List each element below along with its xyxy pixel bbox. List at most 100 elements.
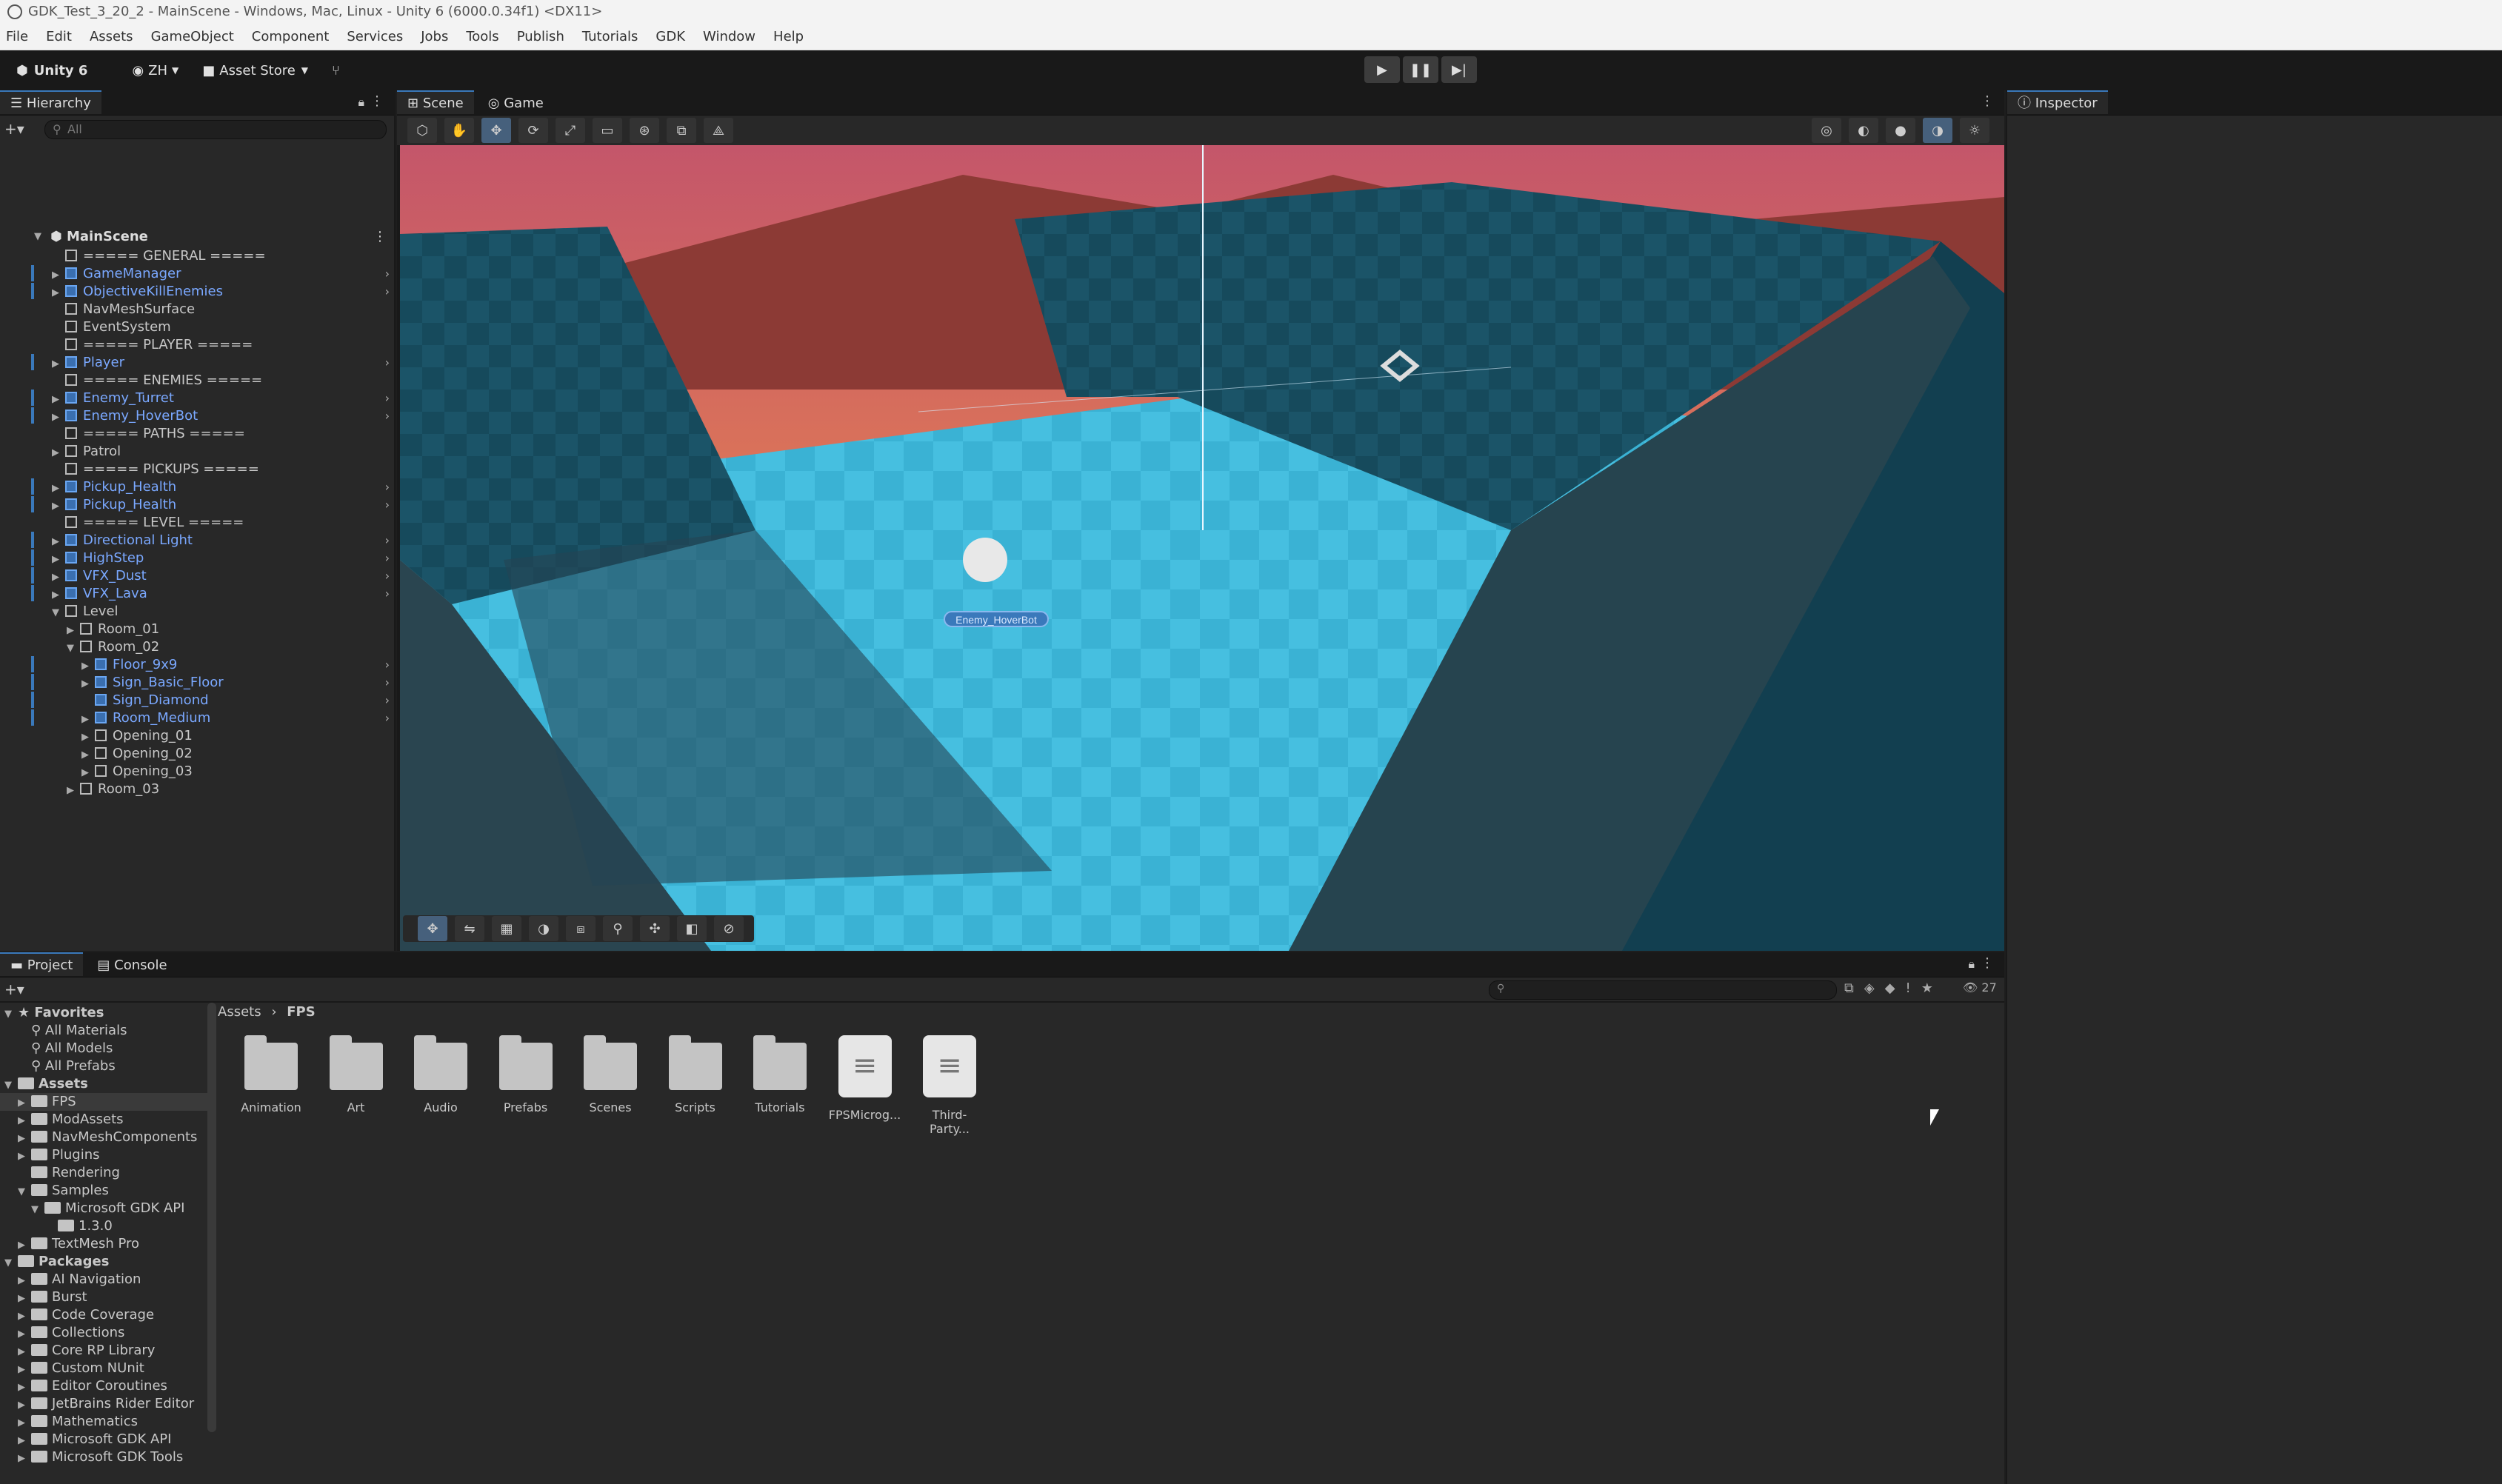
- chevron-right-icon[interactable]: ▶: [18, 1290, 31, 1308]
- hierarchy-item[interactable]: ▶VFX_Dust›: [0, 567, 396, 585]
- search-icon[interactable]: ⚲: [603, 916, 633, 941]
- breadcrumb-assets[interactable]: Assets: [218, 1004, 261, 1020]
- menu-component[interactable]: Component: [252, 29, 330, 44]
- hierarchy-item[interactable]: ▶Room_03: [0, 781, 396, 798]
- scale-icon[interactable]: ⤢: [556, 118, 585, 143]
- snap-icon[interactable]: ⇋: [455, 916, 484, 941]
- chevron-right-icon[interactable]: ▶: [52, 409, 65, 427]
- hierarchy-item[interactable]: EventSystem: [0, 318, 396, 336]
- hierarchy-item[interactable]: ▶Pickup_Health›: [0, 496, 396, 514]
- hierarchy-item[interactable]: ▶GameManager›: [0, 265, 396, 283]
- chevron-right-icon[interactable]: ▶: [52, 498, 65, 515]
- enemy-hoverbot-model[interactable]: [963, 538, 1007, 582]
- chevron-right-icon[interactable]: ›: [385, 567, 390, 585]
- chevron-right-icon[interactable]: ▶: [18, 1397, 31, 1414]
- project-tree-item[interactable]: 1.3.0: [0, 1217, 207, 1235]
- tab-game[interactable]: ◎ Game: [478, 92, 554, 116]
- chevron-right-icon[interactable]: ▶: [67, 782, 80, 800]
- project-tree-item[interactable]: ▶AI Navigation: [0, 1271, 207, 1289]
- project-tree-item[interactable]: ⚲ All Materials: [0, 1022, 207, 1040]
- project-tree-item[interactable]: ▶FPS: [0, 1093, 207, 1111]
- chevron-right-icon[interactable]: ▶: [18, 1450, 31, 1468]
- rotate-icon[interactable]: ⟳: [518, 118, 548, 143]
- hierarchy-item[interactable]: NavMeshSurface: [0, 301, 396, 318]
- lock-icon[interactable]: 🔒︎: [358, 95, 364, 110]
- create-asset-button[interactable]: +▾: [4, 980, 24, 998]
- menu-edit[interactable]: Edit: [46, 29, 72, 44]
- hand-icon[interactable]: ✋: [444, 118, 474, 143]
- chevron-right-icon[interactable]: ▶: [18, 1272, 31, 1290]
- hierarchy-item[interactable]: ===== LEVEL =====: [0, 514, 396, 532]
- chevron-right-icon[interactable]: ▶: [18, 1112, 31, 1130]
- hierarchy-item[interactable]: ▼Level: [0, 603, 396, 621]
- project-filter-icons[interactable]: ⧉◈◆!★: [1844, 980, 1944, 996]
- grid-icon[interactable]: ▦: [492, 916, 521, 941]
- lighting-icon[interactable]: ◑: [1923, 118, 1952, 143]
- chevron-right-icon[interactable]: ›: [385, 478, 390, 496]
- project-tree-item[interactable]: ▶JetBrains Rider Editor: [0, 1395, 207, 1413]
- chevron-right-icon[interactable]: ▶: [18, 1326, 31, 1343]
- view-cube-icon[interactable]: ⬡: [407, 118, 437, 143]
- chevron-right-icon[interactable]: ▶: [52, 586, 65, 604]
- chevron-right-icon[interactable]: ›: [385, 549, 390, 567]
- chevron-right-icon[interactable]: ›: [385, 265, 390, 283]
- hierarchy-item[interactable]: ▶Sign_Basic_Floor›: [0, 674, 396, 692]
- globe-icon[interactable]: ◎: [1812, 118, 1841, 143]
- warning-icon[interactable]: !: [1906, 980, 1921, 996]
- hierarchy-item[interactable]: ▶Opening_01: [0, 727, 396, 745]
- project-tree-item[interactable]: ▶Microsoft GDK Tools: [0, 1448, 207, 1466]
- menu-tools[interactable]: Tools: [466, 29, 498, 44]
- hierarchy-item[interactable]: ▶Player›: [0, 354, 396, 372]
- project-search-input[interactable]: ⚲: [1489, 980, 1837, 1000]
- project-tree-item[interactable]: ▶Mathematics: [0, 1413, 207, 1431]
- hierarchy-item[interactable]: ===== PLAYER =====: [0, 336, 396, 354]
- pause-button[interactable]: ❚❚: [1403, 56, 1438, 83]
- chevron-right-icon[interactable]: ›: [385, 532, 390, 549]
- play-button[interactable]: ▶: [1364, 56, 1400, 83]
- menu-help[interactable]: Help: [773, 29, 804, 44]
- hierarchy-item[interactable]: ▶Opening_02: [0, 745, 396, 763]
- chevron-right-icon[interactable]: ▶: [81, 658, 95, 675]
- chevron-right-icon[interactable]: ›: [385, 354, 390, 372]
- filter-log-icon[interactable]: ◆: [1885, 980, 1906, 996]
- hierarchy-item[interactable]: ▼Room_02: [0, 638, 396, 656]
- project-tree-item[interactable]: ▶Plugins: [0, 1146, 207, 1164]
- chevron-right-icon[interactable]: ▶: [18, 1148, 31, 1166]
- project-tree-item[interactable]: ▶Microsoft GDK API: [0, 1431, 207, 1448]
- chevron-right-icon[interactable]: ▶: [52, 480, 65, 498]
- project-tree-item[interactable]: ⚲ All Prefabs: [0, 1057, 207, 1075]
- menu-file[interactable]: File: [6, 29, 28, 44]
- hierarchy-item[interactable]: ===== ENEMIES =====: [0, 372, 396, 390]
- tab-hierarchy[interactable]: ☰ Hierarchy: [0, 90, 101, 114]
- navmesh-tool-icon[interactable]: ⟁: [704, 118, 733, 143]
- chevron-right-icon[interactable]: ▶: [52, 551, 65, 569]
- hierarchy-item[interactable]: ▶Floor_9x9›: [0, 656, 396, 674]
- project-tree-item[interactable]: ▶Burst: [0, 1289, 207, 1306]
- chevron-right-icon[interactable]: ›: [385, 692, 390, 709]
- add-object-button[interactable]: +▾: [4, 120, 24, 138]
- chevron-right-icon[interactable]: ▶: [52, 444, 65, 462]
- chevron-right-icon[interactable]: ▶: [52, 569, 65, 586]
- hierarchy-item[interactable]: ▶Enemy_Turret›: [0, 390, 396, 407]
- transform-icon[interactable]: ⊛: [630, 118, 659, 143]
- project-tree-item[interactable]: ▶Custom NUnit: [0, 1360, 207, 1377]
- hierarchy-search-input[interactable]: ⚲ All: [44, 120, 387, 139]
- chevron-right-icon[interactable]: ▶: [81, 729, 95, 746]
- hierarchy-item[interactable]: Sign_Diamond›: [0, 692, 396, 709]
- menu-tutorials[interactable]: Tutorials: [582, 29, 638, 44]
- tab-scene[interactable]: ⊞ Scene: [397, 90, 474, 114]
- sphere-icon[interactable]: ●: [1886, 118, 1915, 143]
- scene-root-row[interactable]: ▼ ⬢ MainScene ⋮: [0, 228, 396, 246]
- custom-tool-icon[interactable]: ⧉: [667, 118, 696, 143]
- chevron-right-icon[interactable]: ›: [385, 283, 390, 301]
- project-tree-item[interactable]: ▼★ Favorites: [0, 1004, 207, 1022]
- chevron-right-icon[interactable]: ›: [385, 709, 390, 727]
- asset-item[interactable]: Third-Party...: [913, 1043, 987, 1136]
- breadcrumb-fps[interactable]: FPS: [287, 1004, 315, 1020]
- tab-console[interactable]: ▤ Console: [87, 954, 177, 977]
- hierarchy-item[interactable]: ▶Patrol: [0, 443, 396, 461]
- chevron-right-icon[interactable]: ▶: [81, 675, 95, 693]
- chevron-down-icon[interactable]: ▼: [18, 1183, 31, 1201]
- chevron-right-icon[interactable]: ▶: [81, 711, 95, 729]
- scene-viewport[interactable]: Enemy_HoverBot ✥⇋▦◑⧈⚲✣◧⊘: [400, 145, 2004, 951]
